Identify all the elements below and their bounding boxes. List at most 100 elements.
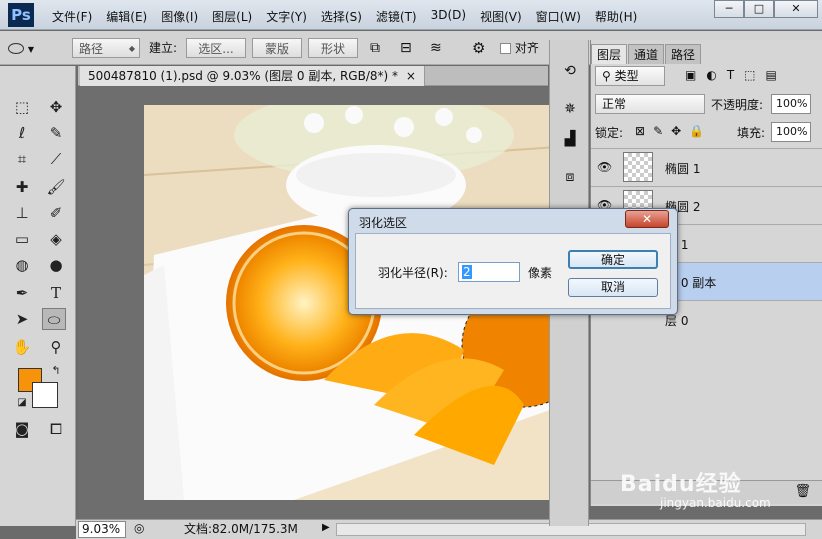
document-tab[interactable]: 500487810 (1).psd @ 9.03% (图层 0 副本, RGB/… <box>80 66 425 86</box>
dialog-close-button[interactable]: ✕ <box>625 210 669 228</box>
align-edges-checkbox[interactable]: 对齐 <box>500 38 539 58</box>
navigator-panel-icon[interactable]: ✵ <box>558 98 582 120</box>
histogram-panel-icon[interactable]: ▟ <box>558 128 582 150</box>
document-tab-bar: 500487810 (1).psd @ 9.03% (图层 0 副本, RGB/… <box>78 66 548 86</box>
fill-field[interactable]: 100% <box>771 122 811 142</box>
mask-button[interactable]: 蒙版 <box>252 38 302 58</box>
menu-help[interactable]: 帮助(H) <box>588 8 644 25</box>
trash-icon[interactable]: 🗑 <box>794 484 811 499</box>
tab-paths[interactable]: 路径 <box>665 44 702 64</box>
history-brush-tool-icon[interactable]: ✐ <box>44 202 68 224</box>
cancel-button[interactable]: 取消 <box>568 278 658 297</box>
menu-view[interactable]: 视图(V) <box>473 8 529 25</box>
close-window-button[interactable]: ✕ <box>774 0 818 18</box>
minimize-button[interactable]: ─ <box>714 0 744 18</box>
ok-button[interactable]: 确定 <box>568 250 658 269</box>
ellipse-tool-icon[interactable]: ⬭ <box>42 308 66 330</box>
lock-all-icon[interactable]: 🔒 <box>689 124 712 138</box>
zoom-tool-icon[interactable]: ⚲ <box>44 336 68 358</box>
lock-label: 锁定: <box>595 126 624 140</box>
maximize-button[interactable]: □ <box>744 0 774 18</box>
menu-bar: Ps 文件(F) 编辑(E) 图像(I) 图层(L) 文字(Y) 选择(S) 滤… <box>0 0 822 30</box>
quick-mask-icon[interactable]: ◙ <box>10 418 34 440</box>
lasso-tool-icon[interactable]: ℓ <box>10 122 34 144</box>
layer-filter-select[interactable]: ⚲ 类型 <box>595 66 665 86</box>
menu-edit[interactable]: 编辑(E) <box>99 8 154 25</box>
baidu-watermark-url: jingyan.baidu.com <box>660 496 771 510</box>
menu-window[interactable]: 窗口(W) <box>529 8 588 25</box>
layer-thumbnail <box>623 152 653 182</box>
menu-layer[interactable]: 图层(L) <box>205 8 259 25</box>
blend-mode-select[interactable]: 正常 <box>595 94 705 114</box>
crop-tool-icon[interactable]: ⌗ <box>10 148 34 170</box>
history-panel-icon[interactable]: ⟲ <box>558 60 582 82</box>
shape-button[interactable]: 形状 <box>308 38 358 58</box>
make-label: 建立: <box>149 41 178 55</box>
feather-radius-label: 羽化半径(R): <box>378 266 448 280</box>
filter-pixel-icon[interactable]: ▣ <box>685 68 706 82</box>
menu-file[interactable]: 文件(F) <box>45 8 99 25</box>
swap-colors-icon[interactable]: ↰ <box>44 360 68 382</box>
3d-panel-icon[interactable]: ⧈ <box>558 166 582 188</box>
hand-tool-icon[interactable]: ✋ <box>10 336 34 358</box>
layer-row-ellipse-1[interactable]: 👁 椭圆 1 <box>591 148 822 186</box>
healing-brush-tool-icon[interactable]: ✚ <box>10 176 34 198</box>
brush-tool-icon[interactable]: 🖌 <box>44 176 68 198</box>
eraser-tool-icon[interactable]: ▭ <box>10 228 34 250</box>
dialog-title: 羽化选区 <box>359 216 408 230</box>
status-menu-icon[interactable]: ◎ <box>134 521 144 535</box>
menu-image[interactable]: 图像(I) <box>154 8 205 25</box>
default-colors-icon[interactable]: ◪ <box>10 392 34 414</box>
opacity-field[interactable]: 100% <box>771 94 811 114</box>
blur-tool-icon[interactable]: ◍ <box>10 254 34 276</box>
screen-mode-icon[interactable]: ⧠ <box>44 418 68 440</box>
filter-shape-icon[interactable]: ⬚ <box>744 68 765 82</box>
gear-icon[interactable]: ⚙ <box>472 38 485 58</box>
lock-position-icon[interactable]: ✥ <box>671 124 689 138</box>
path-operations-icon[interactable]: ⧉ <box>370 38 380 58</box>
path-arrangement-icon[interactable]: ≋ <box>430 38 442 58</box>
tab-channels[interactable]: 通道 <box>628 44 665 64</box>
lock-transparency-icon[interactable]: ⊠ <box>635 124 653 138</box>
path-alignment-icon[interactable]: ⊟ <box>400 38 412 58</box>
visibility-eye-icon[interactable]: 👁 <box>597 160 612 174</box>
filter-type-icon[interactable]: T <box>727 68 744 82</box>
pen-tool-icon[interactable]: ✒ <box>10 282 34 304</box>
panel-tabs: 图层 通道 路径 <box>591 44 702 64</box>
feather-unit-label: 像素 <box>528 266 553 280</box>
filter-icons: ▣◐T⬚▤ <box>685 68 787 82</box>
paint-bucket-tool-icon[interactable]: ◈ <box>44 228 68 250</box>
lock-pixels-icon[interactable]: ✎ <box>653 124 671 138</box>
feather-selection-dialog: 羽化选区 ✕ 羽化半径(R): 2 像素 确定 取消 <box>348 208 678 315</box>
search-icon: ⚲ <box>602 69 615 83</box>
window-controls: ─ □ ✕ <box>714 0 818 18</box>
filter-adjustment-icon[interactable]: ◐ <box>706 68 726 82</box>
mode-select[interactable]: 路径 ◆ <box>72 38 140 58</box>
background-color-swatch[interactable] <box>32 382 58 408</box>
feather-radius-input[interactable]: 2 <box>458 262 520 282</box>
path-selection-tool-icon[interactable]: ➤ <box>10 308 34 330</box>
photoshop-logo: Ps <box>8 3 34 27</box>
menu-3d[interactable]: 3D(D) <box>424 8 473 25</box>
quick-selection-tool-icon[interactable]: ✎ <box>44 122 68 144</box>
tool-preset-picker[interactable]: ▼ <box>8 38 34 58</box>
layer-name: 椭圆 1 <box>665 162 701 176</box>
menu-filter[interactable]: 滤镜(T) <box>369 8 424 25</box>
menu-select[interactable]: 选择(S) <box>314 8 369 25</box>
move-tool-icon[interactable]: ✥ <box>44 96 68 118</box>
marquee-tool-icon[interactable]: ⬚ <box>10 96 34 118</box>
zoom-level-field[interactable]: 9.03% <box>78 521 126 538</box>
filter-smart-icon[interactable]: ▤ <box>766 68 787 82</box>
status-bar: 9.03% ◎ 文档:82.0M/175.3M ▶ <box>76 519 822 539</box>
clone-stamp-tool-icon[interactable]: ⊥ <box>10 202 34 224</box>
type-tool-icon[interactable]: T <box>44 282 68 304</box>
status-arrow-icon[interactable]: ▶ <box>322 522 330 533</box>
selection-button[interactable]: 选区... <box>186 38 246 58</box>
tab-layers[interactable]: 图层 <box>591 44 628 64</box>
mode-select-value: 路径 <box>79 42 104 56</box>
chevron-updown-icon: ◆ <box>128 44 135 53</box>
eyedropper-tool-icon[interactable]: ⟋ <box>44 148 68 170</box>
menu-type[interactable]: 文字(Y) <box>259 8 314 25</box>
dodge-tool-icon[interactable]: ● <box>44 254 68 276</box>
document-tab-close[interactable]: × <box>406 69 416 83</box>
